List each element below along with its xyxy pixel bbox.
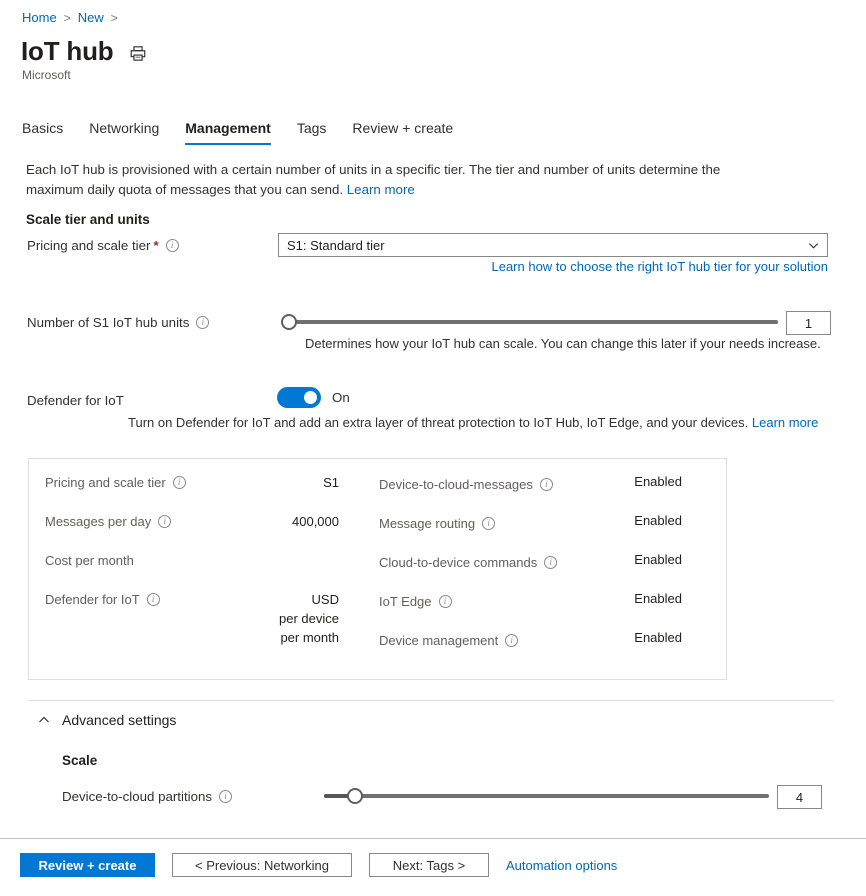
- info-icon[interactable]: i: [544, 556, 558, 569]
- summary-right-value-1: Enabled: [634, 513, 682, 528]
- partitions-label: Device-to-cloud partitions: [62, 789, 213, 804]
- pricing-tier-selected-value: S1: Standard tier: [287, 237, 385, 253]
- summary-left-value-3: USD per device per month: [279, 592, 339, 645]
- slider-track: [281, 320, 778, 324]
- defender-helper-text: Turn on Defender for IoT and add an extr…: [128, 415, 818, 430]
- defender-toggle-state: On: [332, 390, 350, 405]
- summary-right-value-2: Enabled: [634, 552, 682, 567]
- summary-right-label-0: Device-to-cloud-messages: [379, 477, 533, 492]
- publisher-label: Microsoft: [22, 68, 71, 82]
- summary-table: Pricing and scale tier i S1 Messages per…: [28, 458, 727, 680]
- advanced-settings-toggle[interactable]: Advanced settings: [38, 712, 176, 728]
- breadcrumb-separator-icon: >: [63, 10, 71, 25]
- info-icon[interactable]: i: [196, 316, 210, 329]
- summary-right-label-1: Message routing: [379, 516, 476, 531]
- info-icon[interactable]: i: [172, 476, 186, 489]
- tab-review-create[interactable]: Review + create: [352, 120, 453, 145]
- advanced-scale-heading: Scale: [62, 753, 98, 768]
- summary-left-label-1: Messages per day: [45, 514, 152, 529]
- tab-tags[interactable]: Tags: [297, 120, 327, 145]
- table-row: Device-to-cloud-messages i: [379, 477, 553, 492]
- table-row: Cloud-to-device commands i: [379, 555, 558, 570]
- table-row: Pricing and scale tier i: [45, 475, 186, 490]
- tab-bar: Basics Networking Management Tags Review…: [22, 120, 453, 145]
- defender-label-row: Defender for IoT: [27, 393, 124, 408]
- pricing-tier-label: Pricing and scale tier: [27, 238, 151, 253]
- tab-basics[interactable]: Basics: [22, 120, 63, 145]
- next-button[interactable]: Next: Tags >: [369, 853, 489, 877]
- summary-right-value-3: Enabled: [634, 591, 682, 606]
- advanced-settings-title: Advanced settings: [62, 712, 177, 728]
- units-helper-text: Determines how your IoT hub can scale. Y…: [305, 336, 821, 351]
- breadcrumb: Home > New >: [22, 10, 118, 25]
- info-icon[interactable]: i: [505, 634, 519, 647]
- units-value-box[interactable]: 1: [786, 311, 831, 335]
- summary-right-label-2: Cloud-to-device commands: [379, 555, 538, 570]
- print-icon[interactable]: [129, 45, 147, 63]
- review-create-button[interactable]: Review + create: [20, 853, 155, 877]
- breadcrumb-item-home[interactable]: Home: [22, 10, 57, 25]
- previous-button[interactable]: < Previous: Networking: [172, 853, 352, 877]
- defender-label: Defender for IoT: [27, 393, 124, 408]
- defender-helper-text-body: Turn on Defender for IoT and add an extr…: [128, 415, 752, 430]
- info-icon[interactable]: i: [165, 239, 179, 252]
- partitions-value-box[interactable]: 4: [777, 785, 822, 809]
- partitions-slider[interactable]: [324, 786, 769, 806]
- intro-description: Each IoT hub is provisioned with a certa…: [26, 160, 726, 200]
- summary-left-label-3: Defender for IoT: [45, 592, 140, 607]
- breadcrumb-item-new[interactable]: New: [78, 10, 104, 25]
- units-slider[interactable]: [281, 312, 778, 332]
- summary-left-label-2: Cost per month: [45, 553, 134, 568]
- summary-right-label-3: IoT Edge: [379, 594, 432, 609]
- toggle-knob: [304, 391, 317, 404]
- info-icon[interactable]: i: [158, 515, 172, 528]
- automation-options-link[interactable]: Automation options: [506, 858, 617, 873]
- summary-right-value-0: Enabled: [634, 474, 682, 489]
- footer-actions: Review + create < Previous: Networking N…: [20, 853, 617, 877]
- info-icon[interactable]: i: [482, 517, 496, 530]
- table-row: Device management i: [379, 633, 519, 648]
- table-row: IoT Edge i: [379, 594, 452, 609]
- table-row: Message routing i: [379, 516, 496, 531]
- breadcrumb-separator-icon: >: [110, 10, 118, 25]
- section-divider: [28, 700, 834, 701]
- pricing-tier-label-row: Pricing and scale tier * i: [27, 238, 179, 253]
- tab-networking[interactable]: Networking: [89, 120, 159, 145]
- page-title: IoT hub: [21, 36, 114, 66]
- units-label: Number of S1 IoT hub units: [27, 315, 190, 330]
- summary-left-value-1: 400,000: [292, 514, 339, 529]
- info-icon[interactable]: i: [219, 790, 233, 803]
- summary-left-label-0: Pricing and scale tier: [45, 475, 166, 490]
- iot-hub-create-page: Home > New > IoT hub Microsoft Basics Ne…: [0, 0, 866, 896]
- partitions-label-row: Device-to-cloud partitions i: [62, 789, 233, 804]
- chevron-up-icon: [39, 716, 49, 723]
- chevron-down-icon: [809, 242, 818, 249]
- page-header: IoT hub: [21, 36, 147, 67]
- table-row: Messages per day i: [45, 514, 172, 529]
- units-value: 1: [804, 315, 813, 331]
- scale-tier-section-heading: Scale tier and units: [26, 212, 150, 227]
- tier-help-link[interactable]: Learn how to choose the right IoT hub ti…: [491, 259, 828, 274]
- required-marker: *: [153, 238, 159, 253]
- partitions-value: 4: [795, 789, 804, 805]
- slider-track: [324, 794, 769, 798]
- summary-right-label-4: Device management: [379, 633, 499, 648]
- footer-divider: [0, 838, 866, 839]
- defender-toggle[interactable]: [277, 387, 321, 408]
- table-row: Cost per month: [45, 553, 134, 568]
- defender-learn-more-link[interactable]: Learn more: [752, 415, 818, 430]
- summary-left-value-0: S1: [323, 475, 339, 490]
- info-icon[interactable]: i: [146, 593, 160, 606]
- tab-management[interactable]: Management: [185, 120, 271, 145]
- units-label-row: Number of S1 IoT hub units i: [27, 315, 210, 330]
- table-row: Defender for IoT i: [45, 592, 160, 607]
- info-icon[interactable]: i: [438, 595, 452, 608]
- pricing-tier-dropdown[interactable]: S1: Standard tier: [278, 233, 828, 257]
- slider-thumb[interactable]: [281, 314, 297, 330]
- slider-thumb[interactable]: [347, 788, 363, 804]
- summary-right-value-4: Enabled: [634, 630, 682, 645]
- intro-learn-more-link[interactable]: Learn more: [347, 182, 415, 197]
- info-icon[interactable]: i: [539, 478, 553, 491]
